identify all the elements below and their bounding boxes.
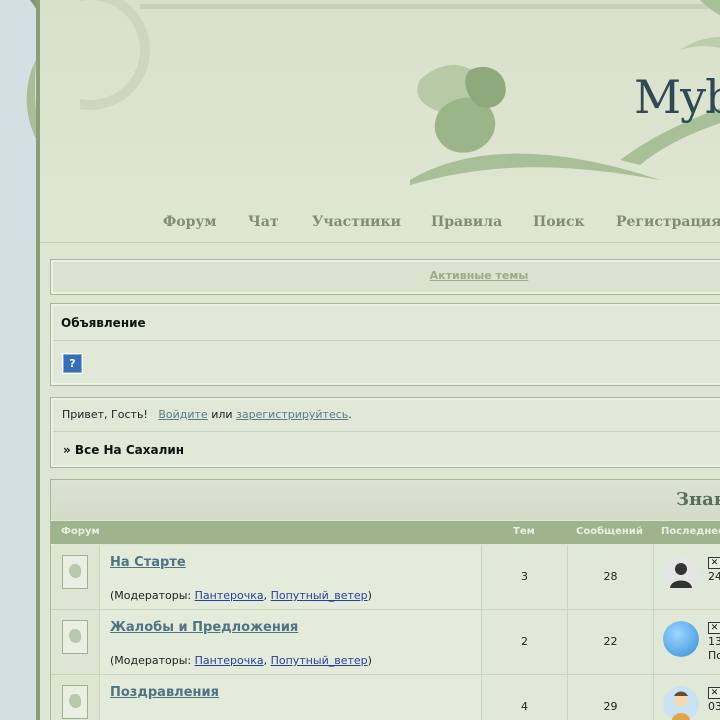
moderator-link[interactable]: Попутный_ветер	[271, 654, 368, 667]
divider	[53, 340, 720, 341]
login-link[interactable]: Войдите	[158, 408, 207, 421]
topics-count: 3	[521, 570, 528, 583]
active-topics-bar: Активные темы	[50, 259, 720, 295]
welcome-line: Привет, Гость! Войдите или зарегистрируй…	[62, 408, 352, 421]
goto-last-post-icon[interactable]: ✕	[708, 622, 720, 634]
col-forum: Форум	[61, 526, 100, 537]
forum-read-icon	[62, 685, 88, 719]
moderators-line: (Модераторы: Пантерочка, Попутный_ветер)	[110, 589, 372, 602]
active-topics-link[interactable]: Активные темы	[51, 269, 720, 282]
forum-category-box: Знак Форум Тем Сообщений Последнее На Ст…	[50, 479, 720, 720]
last-post-info: 24	[708, 570, 720, 583]
forum-name-link[interactable]: На Старте	[110, 555, 186, 570]
menu-item-members[interactable]: Участники	[312, 214, 401, 230]
last-post-info: 03	[708, 700, 720, 713]
posts-count: 28	[603, 570, 618, 583]
menu-item-rules[interactable]: Правила	[431, 214, 502, 230]
greeting-text: Привет, Гость!	[62, 408, 148, 421]
forum-read-icon	[62, 555, 88, 589]
moderators-line: (Модераторы: Пантерочка, Попутный_ветер)	[110, 654, 372, 667]
mybb-logo[interactable]: Mybb	[634, 70, 720, 124]
moderator-link[interactable]: Попутный_ветер	[271, 589, 368, 602]
forum-table-header: Форум Тем Сообщений Последнее	[51, 521, 720, 544]
forum-row: Поздравления 4 29 ✕ 03	[51, 675, 720, 720]
or-text: или	[211, 408, 233, 421]
question-icon: ?	[63, 354, 82, 373]
topics-count: 4	[521, 700, 528, 713]
register-link[interactable]: зарегистрируйтесь	[236, 408, 348, 421]
period-text: .	[348, 408, 352, 421]
page: Mybb Форум Чат Участники Правила Поиск Р…	[0, 0, 720, 720]
col-topics: Тем	[513, 526, 535, 537]
goto-last-post-icon[interactable]: ✕	[708, 687, 720, 699]
col-last-post: Последнее	[661, 526, 720, 537]
menu-item-forum[interactable]: Форум	[163, 214, 217, 230]
forum-row: Жалобы и Предложения (Модераторы: Пантер…	[51, 610, 720, 675]
category-title-bar: Знак	[51, 480, 720, 520]
menu-item-chat[interactable]: Чат	[248, 214, 279, 230]
divider	[53, 431, 720, 432]
forum-name-link[interactable]: Жалобы и Предложения	[110, 620, 298, 635]
default-user-avatar[interactable]	[663, 556, 699, 592]
announcement-title: Объявление	[61, 316, 146, 330]
breadcrumb[interactable]: » Все На Сахалин	[63, 443, 184, 457]
col-posts: Сообщений	[576, 526, 643, 537]
menu-item-register[interactable]: Регистрация	[616, 214, 720, 230]
last-post-info: 13 По	[708, 635, 720, 662]
announcement-box: Объявление ?	[50, 303, 720, 386]
moderator-link[interactable]: Пантерочка	[195, 654, 264, 667]
moderator-link[interactable]: Пантерочка	[195, 589, 264, 602]
blue-circle-avatar[interactable]	[663, 621, 699, 657]
topics-count: 2	[521, 635, 528, 648]
welcome-box: Привет, Гость! Войдите или зарегистрируй…	[50, 397, 720, 468]
forum-read-icon	[62, 620, 88, 654]
category-title[interactable]: Знак	[676, 489, 720, 510]
forum-row: На Старте (Модераторы: Пантерочка, Попут…	[51, 545, 720, 610]
goto-last-post-icon[interactable]: ✕	[708, 557, 720, 569]
header-leaf-art	[80, 0, 720, 185]
cartoon-avatar[interactable]	[663, 686, 699, 720]
posts-count: 22	[603, 635, 618, 648]
menu-item-search[interactable]: Поиск	[533, 214, 585, 230]
main-menu: Форум Чат Участники Правила Поиск Регист…	[40, 206, 720, 243]
forum-name-link[interactable]: Поздравления	[110, 685, 219, 700]
posts-count: 29	[603, 700, 618, 713]
